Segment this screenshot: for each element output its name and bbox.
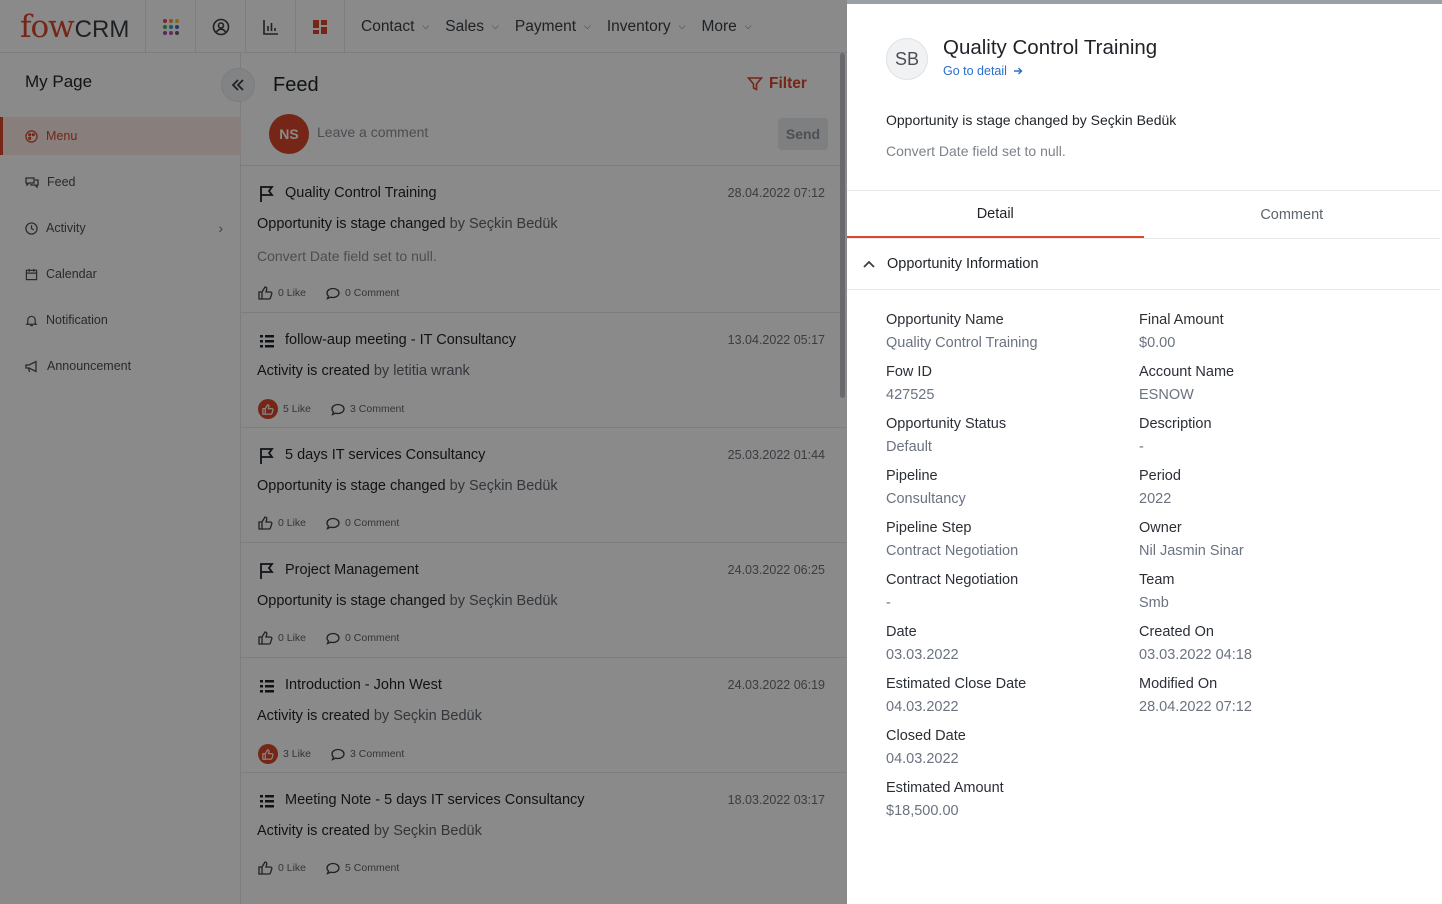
field-value: Quality Control Training: [886, 335, 1038, 351]
chevron-up-icon: [863, 260, 875, 268]
field-value: ESNOW: [1139, 387, 1194, 403]
field-label: Opportunity Name: [886, 312, 1004, 328]
field-label: Date: [886, 624, 917, 640]
field-label: Final Amount: [1139, 312, 1224, 328]
field-label: Estimated Close Date: [886, 676, 1027, 692]
field-owner: Owner Nil Jasmin Sinar: [1139, 520, 1379, 559]
field-contract-negotiation: Contract Negotiation -: [886, 572, 1126, 611]
field-value: Nil Jasmin Sinar: [1139, 543, 1244, 559]
field-pipeline: Pipeline Consultancy: [886, 468, 1126, 507]
section-header-opportunity-information[interactable]: Opportunity Information: [847, 239, 1440, 290]
field-final-amount: Final Amount $0.00: [1139, 312, 1379, 351]
field-fow-id: Fow ID 427525: [886, 364, 1126, 403]
field-label: Pipeline: [886, 468, 938, 484]
field-label: Modified On: [1139, 676, 1218, 692]
field-period: Period 2022: [1139, 468, 1379, 507]
field-created-on: Created On 03.03.2022 04:18: [1139, 624, 1379, 663]
field-label: Account Name: [1139, 364, 1235, 380]
field-value: 03.03.2022 04:18: [1139, 647, 1252, 663]
field-label: Pipeline Step: [886, 520, 972, 536]
avatar: SB: [886, 38, 928, 80]
field-value: 04.03.2022: [886, 751, 959, 767]
field-date: Date 03.03.2022: [886, 624, 1126, 663]
field-value: 2022: [1139, 491, 1172, 507]
field-value: Default: [886, 439, 932, 455]
detail-message: Opportunity is stage changed by Seçkin B…: [886, 112, 1177, 128]
field-value: 28.04.2022 07:12: [1139, 699, 1252, 715]
field-value: 04.03.2022: [886, 699, 959, 715]
field-value: Consultancy: [886, 491, 966, 507]
field-value: -: [886, 595, 891, 611]
go-to-detail-label: Go to detail: [943, 64, 1007, 78]
field-value: Smb: [1139, 595, 1169, 611]
field-value: $0.00: [1139, 335, 1176, 351]
detail-drawer: SB Quality Control Training Go to detail…: [847, 0, 1442, 904]
field-value: 03.03.2022: [886, 647, 959, 663]
field-estimated-amount: Estimated Amount $18,500.00: [886, 780, 1126, 819]
drawer-backdrop[interactable]: [0, 0, 847, 904]
arrow-right-icon: [1013, 67, 1023, 75]
field-closed-date: Closed Date 04.03.2022: [886, 728, 1126, 767]
field-value: Contract Negotiation: [886, 543, 1019, 559]
tab-detail[interactable]: Detail: [847, 191, 1144, 238]
detail-title: Quality Control Training: [943, 36, 1158, 59]
field-value: -: [1139, 439, 1144, 455]
field-label: Owner: [1139, 520, 1182, 536]
field-label: Team: [1139, 572, 1175, 588]
field-label: Period: [1139, 468, 1181, 484]
field-label: Fow ID: [886, 364, 932, 380]
field-label: Closed Date: [886, 728, 966, 744]
field-opportunity-status: Opportunity Status Default: [886, 416, 1126, 455]
field-pipeline-step: Pipeline Step Contract Negotiation: [886, 520, 1126, 559]
go-to-detail-link[interactable]: Go to detail: [943, 64, 1023, 78]
field-label: Created On: [1139, 624, 1214, 640]
field-label: Contract Negotiation: [886, 572, 1019, 588]
section-title: Opportunity Information: [887, 256, 1039, 272]
field-team: Team Smb: [1139, 572, 1379, 611]
field-modified-on: Modified On 28.04.2022 07:12: [1139, 676, 1379, 715]
field-account-name: Account Name ESNOW: [1139, 364, 1379, 403]
field-label: Opportunity Status: [886, 416, 1007, 432]
field-estimated-close-date: Estimated Close Date 04.03.2022: [886, 676, 1126, 715]
field-value: 427525: [886, 387, 935, 403]
field-label: Estimated Amount: [886, 780, 1004, 796]
tab-comment[interactable]: Comment: [1144, 191, 1441, 238]
field-label: Description: [1139, 416, 1212, 432]
field-opportunity-name: Opportunity Name Quality Control Training: [886, 312, 1126, 351]
detail-sub-message: Convert Date field set to null.: [886, 143, 1066, 159]
detail-tabs: Detail Comment: [847, 191, 1440, 239]
field-value: $18,500.00: [886, 803, 959, 819]
field-description: Description -: [1139, 416, 1379, 455]
